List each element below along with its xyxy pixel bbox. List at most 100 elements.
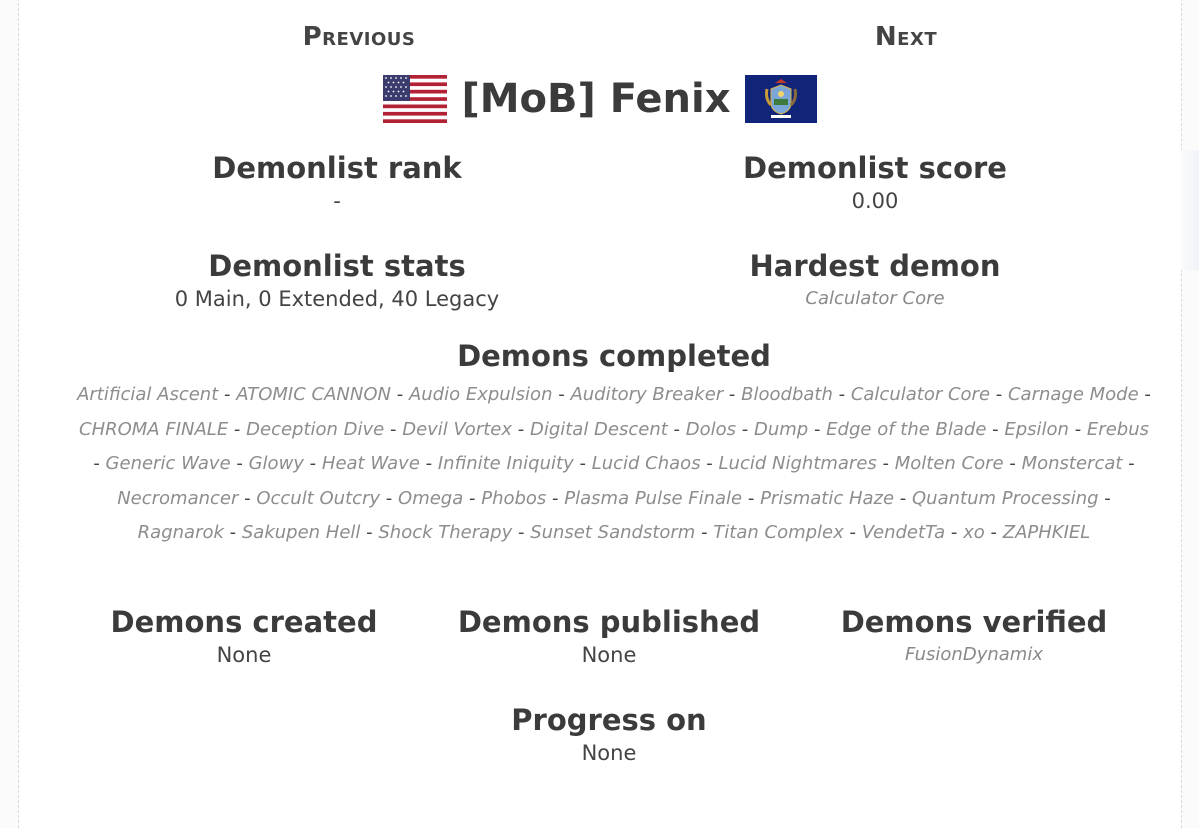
demon-link[interactable]: Erebus xyxy=(1087,419,1149,440)
demon-separator: - xyxy=(390,384,409,405)
demon-separator: - xyxy=(736,418,754,440)
demon-link[interactable]: Auditory Breaker xyxy=(570,384,723,405)
demon-link[interactable]: Necromancer xyxy=(117,488,238,509)
demon-link[interactable]: Digital Descent xyxy=(530,419,668,440)
demon-separator: - xyxy=(1138,384,1151,405)
demon-link[interactable]: Artificial Ascent xyxy=(77,384,218,405)
score-stat: Demonlist score 0.00 xyxy=(601,150,1149,216)
demon-separator: - xyxy=(360,522,379,543)
demon-link[interactable]: ATOMIC CANNON xyxy=(236,384,391,405)
demon-separator: - xyxy=(1068,418,1087,440)
demon-separator: - xyxy=(230,453,249,474)
demon-link[interactable]: Ragnarok xyxy=(138,522,224,543)
demons-published-stat: Demons published None xyxy=(414,604,804,670)
demon-separator: - xyxy=(667,418,686,440)
rank-label: Demonlist rank xyxy=(212,151,462,185)
demon-separator: - xyxy=(742,487,761,509)
demon-separator: - xyxy=(843,522,862,543)
demon-link[interactable]: Heat Wave xyxy=(322,453,420,474)
rank-stat: Demonlist rank - xyxy=(19,150,655,216)
demon-link[interactable]: Dump xyxy=(754,419,808,440)
demon-separator: - xyxy=(380,487,399,509)
demon-link[interactable]: Glowy xyxy=(249,453,304,474)
rank-value: - xyxy=(333,189,341,213)
demons-verified-stat: Demons verified FusionDynamix xyxy=(779,604,1169,670)
demons-created-value: None xyxy=(216,643,272,667)
demon-link[interactable]: Bloodbath xyxy=(741,384,833,405)
demon-link[interactable]: Edge of the Blade xyxy=(826,419,986,440)
demon-separator: - xyxy=(384,418,403,440)
demons-published-label: Demons published xyxy=(457,605,761,639)
demon-separator: - xyxy=(986,418,1005,440)
player-name: [MoB] Fenix xyxy=(461,76,731,122)
demon-link[interactable]: ZAPHKIEL xyxy=(1003,522,1091,543)
demonlist-stats: Demonlist stats 0 Main, 0 Extended, 40 L… xyxy=(19,248,655,314)
demons-created-label: Demons created xyxy=(110,605,378,639)
demons-verified-label: Demons verified xyxy=(840,605,1108,639)
page-edge xyxy=(1181,150,1199,270)
progress-value: None xyxy=(581,741,637,765)
demon-link[interactable]: Generic Wave xyxy=(106,453,231,474)
demon-separator: - xyxy=(700,453,719,474)
demons-completed-list: Artificial Ascent - ATOMIC CANNON - Audi… xyxy=(74,378,1154,551)
demon-separator: - xyxy=(984,522,1003,543)
demons-verified-link[interactable]: FusionDynamix xyxy=(779,640,1169,670)
demon-separator: - xyxy=(990,384,1008,405)
demon-separator: - xyxy=(723,384,742,405)
demon-link[interactable]: Sakupen Hell xyxy=(242,522,361,543)
demon-link[interactable]: Calculator Core xyxy=(851,384,990,405)
demon-separator: - xyxy=(223,522,242,543)
demon-separator: - xyxy=(238,487,257,509)
demon-link[interactable]: Omega xyxy=(398,488,463,509)
demon-separator: - xyxy=(546,487,565,509)
demon-link[interactable]: Prismatic Haze xyxy=(760,488,894,509)
us-flag-icon xyxy=(383,75,448,123)
hardest-demon-stat: Hardest demon Calculator Core xyxy=(601,248,1149,314)
demon-link[interactable]: Lucid Chaos xyxy=(592,453,701,474)
demon-link[interactable]: xo xyxy=(963,522,985,543)
demon-separator: - xyxy=(876,453,895,474)
demon-link[interactable]: Titan Complex xyxy=(713,522,843,543)
demon-link[interactable]: Lucid Nightmares xyxy=(719,453,877,474)
demon-link[interactable]: Dolos xyxy=(686,419,736,440)
demon-link[interactable]: Epsilon xyxy=(1004,419,1069,440)
progress-label: Progress on xyxy=(511,703,707,737)
demon-separator: - xyxy=(303,453,322,474)
demon-link[interactable]: Monstercat xyxy=(1022,453,1123,474)
demon-separator: - xyxy=(419,453,438,474)
demon-link[interactable]: Audio Expulsion xyxy=(409,384,553,405)
demon-separator: - xyxy=(573,453,592,474)
demon-link[interactable]: Quantum Processing xyxy=(912,488,1099,509)
demon-separator: - xyxy=(1003,453,1022,474)
demonlist-stats-value: 0 Main, 0 Extended, 40 Legacy xyxy=(174,287,500,311)
demon-link[interactable]: Infinite Iniquity xyxy=(438,453,574,474)
previous-player-link[interactable]: Previous xyxy=(284,22,434,52)
next-player-link[interactable]: Next xyxy=(831,22,981,52)
michigan-flag-icon xyxy=(744,75,817,123)
demon-separator: - xyxy=(463,487,482,509)
demon-separator: - xyxy=(93,453,106,474)
score-value: 0.00 xyxy=(851,189,899,213)
demon-link[interactable]: Occult Outcry xyxy=(256,488,380,509)
demon-link[interactable]: Plasma Pulse Finale xyxy=(564,488,742,509)
demon-separator: - xyxy=(228,418,247,440)
demons-completed-section: Demons completed Artificial Ascent - ATO… xyxy=(74,338,1154,551)
demon-separator: - xyxy=(218,384,237,405)
demons-created-stat: Demons created None xyxy=(49,604,439,670)
hardest-demon-link[interactable]: Calculator Core xyxy=(601,284,1149,314)
demon-link[interactable]: Molten Core xyxy=(895,453,1004,474)
demon-link[interactable]: CHROMA FINALE xyxy=(79,419,228,440)
demon-link[interactable]: Devil Vortex xyxy=(402,419,512,440)
demon-link[interactable]: Deception Dive xyxy=(246,419,384,440)
demon-separator: - xyxy=(832,384,851,405)
demon-link[interactable]: Sunset Sandstorm xyxy=(530,522,695,543)
demon-link[interactable]: Shock Therapy xyxy=(378,522,512,543)
demon-separator: - xyxy=(1122,453,1135,474)
demon-separator: - xyxy=(945,522,964,543)
demon-separator: - xyxy=(512,418,530,440)
demon-separator: - xyxy=(808,418,827,440)
demon-link[interactable]: Phobos xyxy=(481,488,546,509)
demon-link[interactable]: Carnage Mode xyxy=(1008,384,1139,405)
demons-completed-label: Demons completed xyxy=(457,339,771,373)
demon-link[interactable]: VendetTa xyxy=(862,522,945,543)
